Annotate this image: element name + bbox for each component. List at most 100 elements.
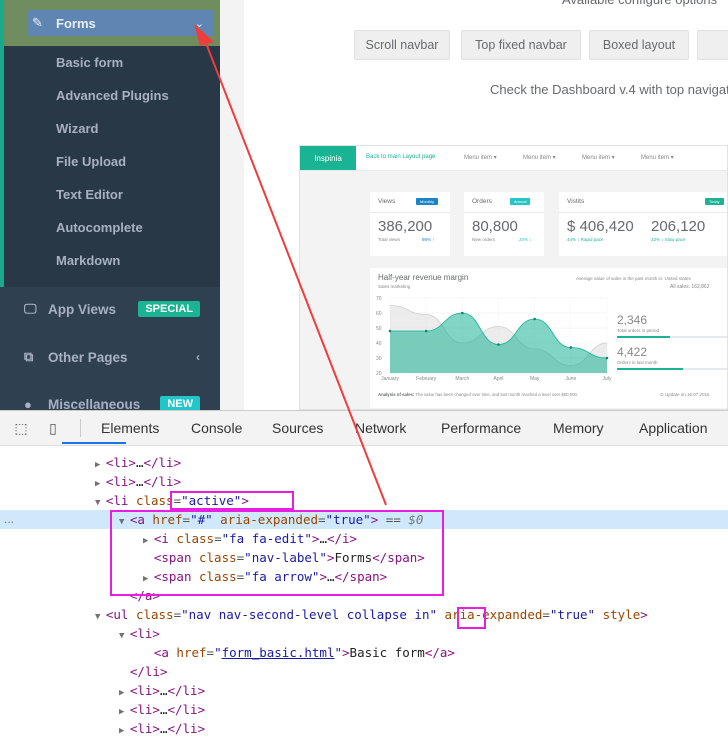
sidebar-item-forms[interactable]: ✎ Forms ⌄	[28, 10, 214, 36]
dashboard-preview-image[interactable]: Inspinia Back to main Layout page Menu i…	[299, 145, 728, 410]
revenue-area-chart: 203040506070January February March April May…	[376, 296, 612, 382]
app-viewport: ✎ Forms ⌄ Basic form Advanced Plugins Wiza…	[0, 0, 728, 410]
expand-triangle-open-icon[interactable]: ▼	[95, 498, 106, 508]
more-options-dots[interactable]: ...	[4, 510, 14, 529]
preview-brand: Inspinia	[300, 146, 356, 170]
dom-node-line[interactable]: ▼ <li>	[119, 624, 160, 643]
tab-console[interactable]: Console	[191, 420, 242, 436]
code-token: "	[334, 645, 343, 660]
inspect-element-icon[interactable]: ⬚	[12, 419, 30, 437]
y-tick-label: 50	[376, 326, 382, 332]
code-token: class	[135, 493, 174, 508]
expand-triangle-closed-icon[interactable]: ▶	[119, 688, 130, 698]
sidebar-item-app-views[interactable]: 🖵 App Views SPECIAL	[24, 301, 200, 317]
avg-sales-text: Average value of sales in the past month…	[576, 276, 691, 281]
sidebar-subitem-autocomplete[interactable]: Autocomplete	[56, 220, 143, 235]
preview-menu-item: Menu item ▾	[582, 155, 615, 161]
preview-menu-item: Menu item ▾	[523, 155, 556, 161]
code-token: </li>	[129, 664, 168, 679]
dom-node-line[interactable]: ▶ <li>…</li>	[95, 472, 181, 491]
sidebar-item-forms-row: ✎ Forms ⌄	[4, 0, 220, 46]
stat-progress	[617, 336, 727, 338]
x-tick-label: February	[416, 376, 437, 382]
device-toolbar-icon[interactable]: ▯	[44, 419, 62, 437]
sidebar-subitem-advanced-plugins[interactable]: Advanced Plugins	[56, 88, 169, 103]
revenue-chart-card: Half-year revenue margin Sales marketing…	[370, 268, 727, 408]
tab-memory[interactable]: Memory	[553, 420, 604, 436]
code-token: </li>	[143, 474, 182, 489]
dom-node-line[interactable]: ▶ <li>…</li>	[95, 453, 181, 472]
sidebar-subitem-wizard[interactable]: Wizard	[56, 121, 99, 136]
x-tick-label: July	[603, 376, 612, 382]
code-token: </a>	[424, 645, 455, 660]
toolbar-divider	[80, 419, 81, 437]
x-tick-label: May	[530, 376, 540, 382]
monthly-badge: Monthly	[416, 198, 439, 205]
sidebar-item-label: App Views	[48, 301, 117, 317]
highlight-box-active-class	[170, 491, 294, 510]
scroll-navbar-button[interactable]: Scroll navbar	[354, 30, 450, 60]
code-token: "nav nav-second-level collapse in"	[181, 607, 437, 622]
code-token: <li>	[129, 721, 160, 736]
dom-node-line[interactable]: </li>	[119, 662, 168, 681]
dom-node-line[interactable]: <a href="form_basic.html">Basic form</a>	[143, 643, 455, 662]
tab-performance[interactable]: Performance	[441, 420, 521, 436]
tab-elements[interactable]: Elements	[101, 420, 159, 436]
sidebar-item-label: Forms	[56, 15, 96, 31]
chart-subtitle: Sales marketing	[378, 284, 411, 289]
expand-triangle-closed-icon[interactable]: ▶	[119, 707, 130, 717]
code-token[interactable]: form_basic.html	[222, 645, 335, 660]
code-token: =	[206, 645, 215, 660]
y-tick-label: 60	[376, 311, 382, 317]
code-token: </li>	[167, 683, 206, 698]
card-sub: 44% ↕ Rapid pace	[567, 237, 604, 242]
code-token: style	[602, 607, 641, 622]
tab-network[interactable]: Network	[355, 420, 406, 436]
card-title: Vistits	[567, 198, 585, 205]
code-token: </li>	[167, 721, 206, 736]
dom-node-line[interactable]: ▶ <li>…</li>	[119, 700, 205, 719]
stat-label: Orders in last month	[617, 360, 658, 365]
data-point	[388, 329, 392, 333]
code-token: <li>	[105, 474, 136, 489]
expand-triangle-open-icon[interactable]: ▼	[95, 612, 106, 622]
expand-triangle-open-icon[interactable]: ▼	[119, 631, 130, 641]
sidebar-item-miscellaneous[interactable]: ● Miscellaneous NEW	[24, 396, 200, 410]
tab-sources[interactable]: Sources	[272, 420, 323, 436]
stat-value: 4,422	[617, 345, 648, 359]
data-point	[569, 346, 573, 349]
today-badge: Today	[705, 198, 724, 205]
sidebar: ✎ Forms ⌄ Basic form Advanced Plugins Wiza…	[0, 0, 220, 410]
desktop-icon: 🖵	[24, 301, 37, 316]
dom-node-line[interactable]: ▶ <li>…</li>	[119, 681, 205, 700]
expand-triangle-closed-icon[interactable]: ▶	[95, 460, 106, 470]
more-layout-button[interactable]	[697, 30, 728, 60]
dom-node-line[interactable]: ▶ <li>…</li>	[119, 719, 205, 738]
card-value: 386,200	[378, 218, 433, 235]
dom-node-line[interactable]: ▼ <ul class="nav nav-second-level collap…	[95, 605, 648, 624]
sidebar-subitem-text-editor[interactable]: Text Editor	[56, 187, 123, 202]
analysis-body: The value has been changed over time, an…	[414, 392, 579, 397]
y-tick-label: 40	[376, 341, 382, 347]
expand-triangle-closed-icon[interactable]: ▶	[95, 479, 106, 489]
card-value: $ 406,420	[567, 218, 634, 235]
stat-progress	[617, 368, 727, 370]
tab-application[interactable]: Application	[639, 420, 708, 436]
preview-back-link: Back to main Layout page	[366, 154, 436, 160]
code-token: <li>	[105, 455, 136, 470]
analysis-text: Analysis of sales: The value has been ch…	[378, 392, 578, 397]
sidebar-subitem-markdown[interactable]: Markdown	[56, 253, 120, 268]
sidebar-item-label: Miscellaneous	[48, 396, 141, 411]
expand-triangle-closed-icon[interactable]: ▶	[119, 726, 130, 736]
code-token: Basic form	[349, 645, 425, 660]
boxed-layout-button[interactable]: Boxed layout	[589, 30, 689, 60]
code-token: <li>	[129, 683, 160, 698]
stat-value: 2,346	[617, 313, 648, 327]
sidebar-subitem-basic-form[interactable]: Basic form	[56, 55, 123, 70]
sidebar-item-other-pages[interactable]: ⧉ Other Pages ‹	[24, 349, 200, 365]
stat-label: Total orders in period	[617, 328, 660, 333]
sidebar-subitem-file-upload[interactable]: File Upload	[56, 154, 126, 169]
preview-menu-item: Menu item ▾	[464, 155, 497, 161]
top-fixed-navbar-button[interactable]: Top fixed navbar	[461, 30, 581, 60]
